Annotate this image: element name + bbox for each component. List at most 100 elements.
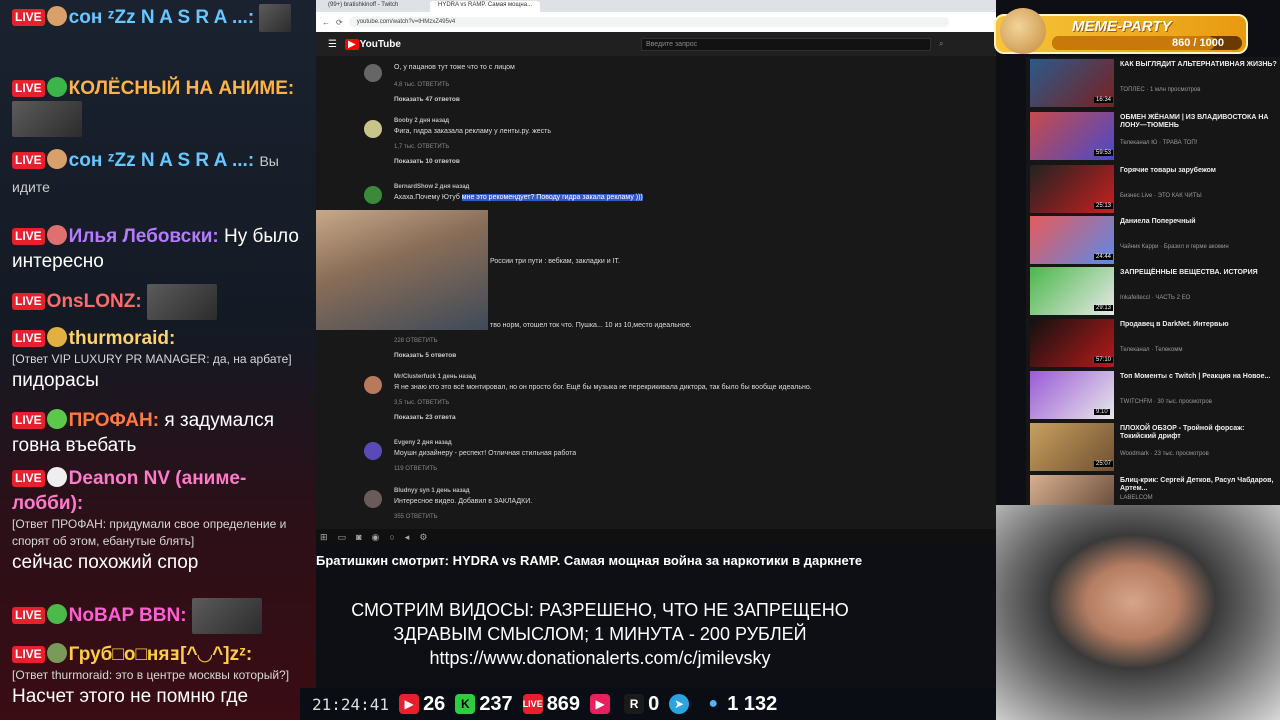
task-view-icon[interactable]: ▭ <box>338 532 347 543</box>
live-badge: LIVE <box>12 152 45 169</box>
rules-line: СМОТРИМ ВИДОСЫ: РАЗРЕШЕНО, ЧТО НЕ ЗАПРЕЩ… <box>351 600 849 620</box>
video-meta: Телеканал · Телекомм <box>1120 347 1183 353</box>
comment-text: Моушн дизайнеру - респект! Отличная стил… <box>394 450 577 457</box>
chat-message: LIVE OnsLONZ: <box>12 284 310 320</box>
chat-reply: [Ответ thurmoraid: это в центре москвы к… <box>12 668 290 682</box>
recommended-video[interactable]: 16:34 КАК ВЫГЛЯДИТ АЛЬТЕРНАТИВНАЯ ЖИЗНЬ? Т… <box>1030 59 1280 109</box>
tab-youtube[interactable]: HYDRA vs RAMP. Самая мощна... <box>430 1 540 12</box>
live-badge: LIVE <box>12 412 45 429</box>
recommended-video[interactable]: 29:13 ЗАПРЕЩЁННЫЕ ВЕЩЕСТВА. ИСТОРИЯ Inkafe… <box>1030 267 1280 317</box>
recommended-video[interactable]: 57:10 Продавец в DarkNet. Интервью Телекан… <box>1030 319 1280 369</box>
comment-meta[interactable]: 355 ОТВЕТИТЬ <box>394 514 438 520</box>
doge-icon <box>1000 8 1046 54</box>
comment-text: О, у пацанов тут тоже что то с лицом <box>394 64 515 71</box>
youtube-logo[interactable]: ▶ YouTube <box>344 38 401 50</box>
browser-window: (99+) bratishkinoff - Twitch HYDRA vs RA… <box>316 0 996 545</box>
youtube-header: ☰ ▶ YouTube Введите запрос ⌕ <box>316 32 996 56</box>
rutube-icon: R <box>624 694 645 714</box>
total-viewers: ● 1 132 <box>703 693 777 716</box>
avatar[interactable] <box>364 376 382 394</box>
chat-message: LIVE ПРОФАН: я задумался говна въебать <box>12 408 310 458</box>
telegram: ➤ <box>669 694 693 714</box>
video-meta: Woodmark · 23 тыс. просмотров <box>1120 451 1209 457</box>
chat-text: пидорасы <box>12 370 99 391</box>
comment-meta[interactable]: 1,7 тыс. ОТВЕТИТЬ <box>394 144 449 150</box>
live-icon: LIVE <box>522 694 543 714</box>
meme-progress-bar: 860 / 1000 <box>1052 36 1242 50</box>
live-badge: LIVE <box>12 646 45 663</box>
app-icon[interactable]: ◂ <box>405 532 410 543</box>
app-icon[interactable]: ⚙ <box>419 532 427 543</box>
comment-meta[interactable]: 3,5 тыс. ОТВЕТИТЬ <box>394 400 449 406</box>
selected-text: мне это рекомендует? Поводу гидра закала… <box>461 194 643 201</box>
stream-status-bar: 21:24:41 ▶ 26 K 237 LIVE 869 ▶ R0 ➤ ● 1 132 <box>300 688 996 720</box>
app-icon[interactable]: ○ <box>389 532 394 542</box>
comment-author[interactable]: BernardShow 2 дня назад <box>394 184 469 190</box>
chat-username: ПРОФАН: <box>68 410 160 431</box>
chat-username: сон ᶻZz N A S R A ...: <box>68 7 255 29</box>
comment-author[interactable]: Evgeny 2 дня назад <box>394 440 452 446</box>
comment-text: России три пути : вебкам, закладки и IT. <box>490 258 620 265</box>
show-replies-button[interactable]: Показать 5 ответов <box>394 352 456 359</box>
video-title[interactable]: Топ Моменты с Twitch | Реакция на Новое.… <box>1120 373 1278 381</box>
rutube-viewers: R0 <box>624 693 659 716</box>
video-title[interactable]: Горячие товары зарубежом <box>1120 167 1278 175</box>
avatar[interactable] <box>364 64 382 82</box>
search-icon[interactable]: ⌕ <box>939 39 943 49</box>
video-title[interactable]: Блиц-крик: Сергей Детков, Расул Чабдаров… <box>1120 477 1278 493</box>
reload-icon[interactable]: ⟳ <box>336 18 343 27</box>
recommended-video[interactable]: Блиц-крик: Сергей Детков, Расул Чабдаров… <box>1030 475 1280 507</box>
recommended-video[interactable]: 25:13 Горячие товары зарубежом Бизнес Live… <box>1030 165 1280 215</box>
comment-author[interactable]: Booby 2 дня назад <box>394 118 449 124</box>
tab-twitch[interactable]: (99+) bratishkinoff - Twitch <box>320 1 430 12</box>
chat-username: сон ᶻZz N A S R A ...: <box>68 150 255 171</box>
live-badge: LIVE <box>12 9 45 27</box>
donation-link[interactable]: https://www.donationalerts.com/c/jmilevs… <box>300 646 900 670</box>
video-title[interactable]: Даниела Поперечный <box>1120 218 1278 226</box>
chat-text: сейчас похожий спор <box>12 552 199 573</box>
windows-start-icon[interactable]: ⊞ <box>320 532 328 543</box>
emote-icon <box>191 598 262 634</box>
video-title[interactable]: ПЛОХОЙ ОБЗОР - Тройной форсаж: Токийский… <box>1120 425 1278 441</box>
video-thumbnail[interactable] <box>1030 475 1114 507</box>
video-title[interactable]: КАК ВЫГЛЯДИТ АЛЬТЕРНАТИВНАЯ ЖИЗНЬ? <box>1120 61 1278 69</box>
chat-reply: [Ответ VIP LUXURY PR MANAGER: да, на арб… <box>12 352 292 366</box>
avatar[interactable] <box>364 186 382 204</box>
recommended-video[interactable]: 9:10 Топ Моменты с Twitch | Реакция на Но… <box>1030 371 1280 421</box>
camera-app-icon[interactable]: ◙ <box>356 532 361 542</box>
avatar[interactable] <box>364 120 382 138</box>
avatar[interactable] <box>364 442 382 460</box>
video-title[interactable]: ЗАПРЕЩЁННЫЕ ВЕЩЕСТВА. ИСТОРИЯ <box>1120 269 1278 277</box>
url-input[interactable]: youtube.com/watch?v=tHMzxZ495v4 <box>348 17 949 27</box>
streamer-webcam <box>316 210 488 330</box>
video-title[interactable]: ОБМЕН ЖЁНАМИ | ИЗ ВЛАДИВОСТОКА НА ЛОНУ—Т… <box>1120 114 1278 130</box>
youtube-icon: ▶ <box>399 694 420 714</box>
rules-line: ЗДРАВЫМ СМЫСЛОМ; 1 МИНУТА - 200 РУБЛЕЙ <box>393 624 807 644</box>
recommended-video[interactable]: 25:07 ПЛОХОЙ ОБЗОР - Тройной форсаж: Токи… <box>1030 423 1280 473</box>
video-meta: LABELCOM <box>1120 495 1153 501</box>
badge-icon <box>46 327 67 347</box>
comment-meta[interactable]: 228 ОТВЕТИТЬ <box>394 338 438 344</box>
chrome-icon[interactable]: ◉ <box>372 532 380 543</box>
comment-meta[interactable]: 119 ОТВЕТИТЬ <box>394 466 437 472</box>
show-replies-button[interactable]: Показать 47 ответов <box>394 96 460 103</box>
recommended-video[interactable]: 59:53 ОБМЕН ЖЁНАМИ | ИЗ ВЛАДИВОСТОКА НА Л… <box>1030 112 1280 162</box>
comment-author[interactable]: Bludnyy syn 1 день назад <box>394 488 470 494</box>
chat-message: LIVE сон ᶻZz N A S R A ...: <box>12 4 310 32</box>
kick-viewers: K 237 <box>455 693 513 716</box>
comment-text: тво норм, отошел ток что. Пушка... 10 из… <box>490 322 692 329</box>
streamer-main-webcam <box>996 505 1280 720</box>
stream-layout: LIVE сон ᶻZz N A S R A ...: LIVE КОЛЁСНЫЙ … <box>0 0 1280 720</box>
menu-icon[interactable]: ☰ <box>328 39 337 50</box>
back-icon[interactable]: ← <box>322 18 330 27</box>
video-title[interactable]: Продавец в DarkNet. Интервью <box>1120 321 1278 329</box>
chat-username: OnsLONZ: <box>46 291 142 313</box>
search-input[interactable]: Введите запрос <box>640 37 931 51</box>
comment-meta[interactable]: 4,8 тыс. ОТВЕТИТЬ <box>394 82 449 88</box>
show-replies-button[interactable]: Показать 10 ответов <box>394 158 460 165</box>
show-replies-button[interactable]: Показать 23 ответа <box>394 414 456 421</box>
chat-message: LIVE сон ᶻZz N A S R A ...: Вы идите <box>12 148 310 200</box>
recommended-video[interactable]: 24:44 Даниела Поперечный Чайник Карри · Бр… <box>1030 216 1280 266</box>
comment-author[interactable]: Mr/Clusterfuck 1 день назад <box>394 374 476 380</box>
avatar[interactable] <box>364 490 382 508</box>
